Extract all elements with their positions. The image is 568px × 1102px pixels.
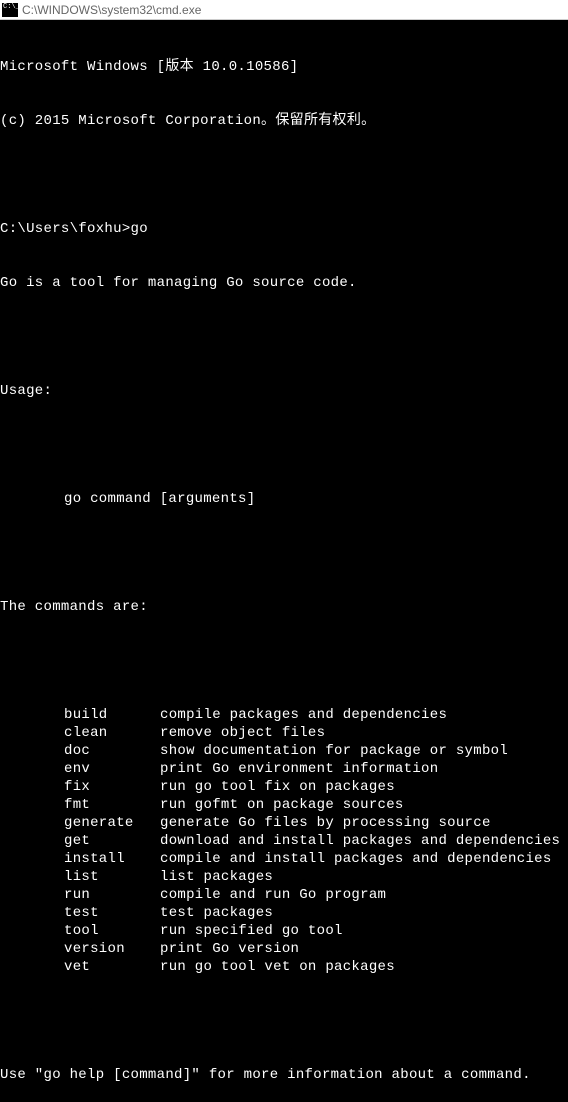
command-row: testtest packages: [0, 904, 568, 922]
command-row: fixrun go tool fix on packages: [0, 778, 568, 796]
usage-label: Usage:: [0, 382, 568, 400]
command-row: generategenerate Go files by processing …: [0, 814, 568, 832]
cmd-icon: [2, 3, 18, 17]
command-desc: compile and run Go program: [160, 886, 386, 904]
typed-command: go: [131, 220, 148, 238]
go-intro: Go is a tool for managing Go source code…: [0, 274, 568, 292]
blank-line: [0, 436, 568, 454]
command-name: build: [64, 706, 160, 724]
command-name: clean: [64, 724, 160, 742]
command-row: runcompile and run Go program: [0, 886, 568, 904]
window-title: C:\WINDOWS\system32\cmd.exe: [22, 3, 201, 17]
command-desc: list packages: [160, 868, 273, 886]
command-row: versionprint Go version: [0, 940, 568, 958]
command-row: buildcompile packages and dependencies: [0, 706, 568, 724]
command-list: buildcompile packages and dependenciescl…: [0, 706, 568, 976]
command-row: toolrun specified go tool: [0, 922, 568, 940]
usage-text: go command [arguments]: [0, 490, 568, 508]
copyright-line: (c) 2015 Microsoft Corporation。保留所有权利。: [0, 112, 568, 130]
prompt-path: C:\Users\foxhu>: [0, 220, 131, 238]
command-name: get: [64, 832, 160, 850]
command-desc: show documentation for package or symbol: [160, 742, 508, 760]
command-desc: print Go environment information: [160, 760, 438, 778]
command-name: fix: [64, 778, 160, 796]
command-name: install: [64, 850, 160, 868]
command-name: test: [64, 904, 160, 922]
command-row: listlist packages: [0, 868, 568, 886]
command-name: generate: [64, 814, 160, 832]
command-name: list: [64, 868, 160, 886]
blank-line: [0, 544, 568, 562]
command-desc: run go tool vet on packages: [160, 958, 395, 976]
blank-line: [0, 166, 568, 184]
command-row: fmtrun gofmt on package sources: [0, 796, 568, 814]
os-version-line: Microsoft Windows [版本 10.0.10586]: [0, 58, 568, 76]
command-row: getdownload and install packages and dep…: [0, 832, 568, 850]
help-footer: Use "go help [command]" for more informa…: [0, 1066, 568, 1084]
command-name: env: [64, 760, 160, 778]
command-name: version: [64, 940, 160, 958]
usage-syntax: go command [arguments]: [64, 490, 255, 508]
command-row: envprint Go environment information: [0, 760, 568, 778]
command-name: run: [64, 886, 160, 904]
command-name: doc: [64, 742, 160, 760]
command-desc: run specified go tool: [160, 922, 343, 940]
window-titlebar: C:\WINDOWS\system32\cmd.exe: [0, 0, 568, 20]
prompt-line: C:\Users\foxhu>go: [0, 220, 568, 238]
blank-line: [0, 328, 568, 346]
command-name: vet: [64, 958, 160, 976]
command-name: tool: [64, 922, 160, 940]
command-row: installcompile and install packages and …: [0, 850, 568, 868]
command-desc: compile and install packages and depende…: [160, 850, 552, 868]
commands-label: The commands are:: [0, 598, 568, 616]
command-row: cleanremove object files: [0, 724, 568, 742]
terminal-output[interactable]: Microsoft Windows [版本 10.0.10586] (c) 20…: [0, 20, 568, 1102]
command-desc: generate Go files by processing source: [160, 814, 491, 832]
command-desc: compile packages and dependencies: [160, 706, 447, 724]
command-row: docshow documentation for package or sym…: [0, 742, 568, 760]
command-desc: download and install packages and depend…: [160, 832, 560, 850]
blank-line: [0, 652, 568, 670]
command-desc: run gofmt on package sources: [160, 796, 404, 814]
command-desc: print Go version: [160, 940, 299, 958]
command-desc: run go tool fix on packages: [160, 778, 395, 796]
blank-line: [0, 1012, 568, 1030]
command-desc: remove object files: [160, 724, 325, 742]
command-row: vetrun go tool vet on packages: [0, 958, 568, 976]
command-desc: test packages: [160, 904, 273, 922]
command-name: fmt: [64, 796, 160, 814]
